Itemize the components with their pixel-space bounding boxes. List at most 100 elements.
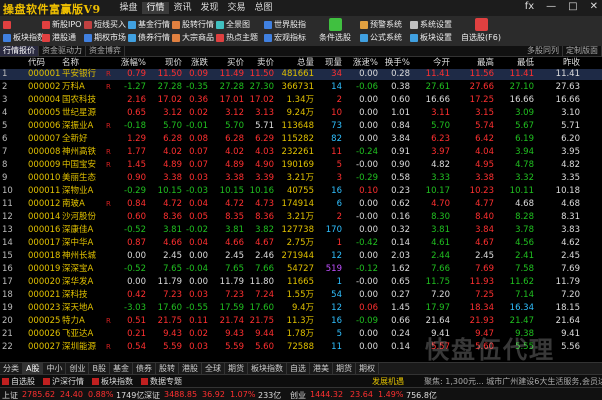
column-header[interactable]: 代码 <box>28 58 60 69</box>
menu-0[interactable]: 操盘 <box>115 2 142 14</box>
toolbar-item[interactable]: 大宗商品 <box>172 31 214 44</box>
table-row[interactable]: 6 000007 全新好 1.29 6.28 0.08 6.28 6.29 115282 82 0.… <box>0 134 602 145</box>
toolbar-item[interactable]: 债券行情 <box>128 31 170 44</box>
sheet-tab-11[interactable]: 板块指数 <box>248 363 287 374</box>
table-row[interactable]: 13 000016 深康佳A -0.52 3.81 -0.02 3.81 3.82 127738… <box>0 225 602 236</box>
sheet-tab-9[interactable]: 全球 <box>202 363 225 374</box>
table-row[interactable]: 16 000019 深深宝A -0.52 7.65 -0.04 7.65 7.66 54727 5… <box>0 264 602 275</box>
table-row[interactable]: 12 000014 沙河股份 0.60 8.36 0.05 8.35 8.36 3.21万 2 -0… <box>0 212 602 223</box>
sheet-tab-2[interactable]: 中小 <box>43 363 67 374</box>
menu-5[interactable]: 总图 <box>250 2 277 14</box>
table-row[interactable]: 11 000012 南玻A R 0.84 4.72 0.04 4.72 4.73 174914 6 0… <box>0 199 602 210</box>
table-row[interactable]: 1 000001 平安银行 R 0.79 11.50 0.09 11.49 11.50 48166… <box>0 69 602 80</box>
toolbar-item[interactable]: 宏观指标 <box>264 31 306 44</box>
toolbar-item[interactable]: 期权市场 <box>84 31 126 44</box>
toolbar-item[interactable]: 世界股指 <box>264 18 306 31</box>
toolbar-item[interactable]: 港股通 <box>42 31 81 44</box>
sheet-tab-15[interactable]: 期权 <box>356 363 379 374</box>
sheet-tab-8[interactable]: 港股 <box>179 363 202 374</box>
menu-3[interactable]: 发现 <box>196 2 223 14</box>
table-row[interactable]: 5 000006 深振业A R -0.18 5.70 -0.01 5.70 5.71 113648… <box>0 121 602 132</box>
cy-label: 创业 <box>290 391 306 400</box>
table-row[interactable]: 10 000011 深物业A -0.29 10.15 -0.03 10.15 10.16 407… <box>0 186 602 197</box>
column-header[interactable]: 今开 <box>412 58 450 69</box>
menu-4[interactable]: 交易 <box>223 2 250 14</box>
toolbar-item[interactable]: 系统设置 <box>410 18 452 31</box>
column-header[interactable]: 现价 <box>150 58 182 69</box>
news-link-2[interactable]: 板块指数 <box>92 376 133 387</box>
tab-2[interactable]: 资金博弈 <box>86 46 125 56</box>
column-header[interactable]: 总量 <box>276 58 314 69</box>
table-row[interactable]: 4 000005 世纪星源 0.65 3.12 0.02 3.12 3.13 9.24万 10 0.… <box>0 108 602 119</box>
table-row[interactable]: 8 000009 中国宝安 R 1.45 4.89 0.07 4.89 4.90 190169 5 -… <box>0 160 602 171</box>
minimize-button[interactable]: — <box>546 1 556 12</box>
toolbar-item[interactable]: 预警系统 <box>360 18 402 31</box>
sheet-tab-4[interactable]: B股 <box>89 363 110 374</box>
toolbar-group-col2: 短线买入 期权市场 <box>84 18 126 44</box>
toolbar-item[interactable]: 公式系统 <box>360 31 402 44</box>
menu-1[interactable]: 行情 <box>142 2 169 14</box>
column-header[interactable]: 买价 <box>210 58 244 69</box>
news-link-1[interactable]: 沪深行情 <box>43 376 84 387</box>
cy-index[interactable]: 1444.32 <box>310 390 343 399</box>
table-row[interactable]: 3 000004 国农科技 2.16 17.02 0.36 17.01 17.02 1.34万 2… <box>0 95 602 106</box>
toolbar-item[interactable]: 短线买入 <box>84 18 126 31</box>
sheet-tab-5[interactable]: 基金 <box>110 363 133 374</box>
column-header[interactable]: 名称 <box>62 58 110 69</box>
toolbar-item[interactable]: 热点主题 <box>216 31 258 44</box>
table-row[interactable]: 2 000002 万科A R -1.27 27.28 -0.35 27.28 27.30 3667… <box>0 82 602 93</box>
sheet-tab-1[interactable]: A股 <box>23 363 44 374</box>
sh-index[interactable]: 2785.62 <box>22 390 55 399</box>
news-ticker[interactable]: 聚焦: 1,300元... 城市广州建设6大生活服务,会员达额外 <box>424 376 602 387</box>
toolbar-item[interactable]: 新股IPO <box>42 18 81 31</box>
column-header[interactable] <box>2 58 26 69</box>
tab-0[interactable]: 行情报价 <box>0 46 39 56</box>
column-header[interactable]: 现量 <box>316 58 342 69</box>
fx-button[interactable]: fx <box>525 1 534 12</box>
sheet-tab-12[interactable]: 自选 <box>287 363 310 374</box>
sheet-tab-14[interactable]: 期货 <box>333 363 356 374</box>
table-row[interactable]: 17 000020 深华发A 0.00 11.79 0.00 11.79 11.80 11665… <box>0 277 602 288</box>
tab-right-0[interactable]: 多股同列 <box>524 46 563 56</box>
column-header[interactable]: 涨速% <box>344 58 378 69</box>
sheet-tab-7[interactable]: 股转 <box>156 363 179 374</box>
table-row[interactable]: 9 000010 美丽生态 0.90 3.38 0.03 3.38 3.39 3.21万 3 -0.… <box>0 173 602 184</box>
cell-bid: 4.66 <box>225 238 244 248</box>
table-row[interactable]: 19 000023 深天地A -3.03 17.60 -0.55 17.59 17.60 9.4… <box>0 303 602 314</box>
column-header[interactable]: 最高 <box>452 58 494 69</box>
menu-2[interactable]: 资讯 <box>169 2 196 14</box>
column-header[interactable]: 昨收 <box>536 58 580 69</box>
sheet-tab-10[interactable]: 期货 <box>225 363 248 374</box>
news-link-3[interactable]: 数据专题 <box>141 376 182 387</box>
table-row[interactable]: 20 000025 特力A R 0.51 21.75 0.11 21.74 21.75 11.3万… <box>0 316 602 327</box>
column-header[interactable]: 涨跌 <box>184 58 208 69</box>
sheet-tab-6[interactable]: 债券 <box>133 363 156 374</box>
sheet-tab-13[interactable]: 港美 <box>310 363 333 374</box>
table-row[interactable]: 18 000021 深科技 0.42 7.23 0.03 7.23 7.24 1.55万 54 0.… <box>0 290 602 301</box>
column-header[interactable]: 最低 <box>496 58 534 69</box>
toolbar-item[interactable]: 股转行情 <box>172 18 214 31</box>
tab-1[interactable]: 资金驱动力 <box>39 46 86 56</box>
tab-right-1[interactable]: 定制版面 <box>563 46 602 56</box>
toolbar-item[interactable]: 全景图 <box>216 18 258 31</box>
sheet-tab-0[interactable]: 分类 <box>0 363 23 374</box>
toolbar-item[interactable]: 基金行情 <box>128 18 170 31</box>
sz-index[interactable]: 3488.85 <box>164 390 197 399</box>
news-link-0[interactable]: 自选股 <box>2 376 35 387</box>
column-header[interactable]: 换手% <box>380 58 410 69</box>
table-row[interactable]: 7 000008 神州高铁 R 1.77 4.02 0.07 4.02 4.03 232261 11… <box>0 147 602 158</box>
maximize-button[interactable]: □ <box>568 1 577 12</box>
news-alert[interactable]: 发展机遇 <box>372 376 404 387</box>
column-header[interactable]: 卖价 <box>246 58 274 69</box>
cell-turn: 0.23 <box>391 186 410 196</box>
column-header[interactable]: 涨幅% <box>114 58 146 69</box>
toolbar-item[interactable]: 板块指数 <box>3 31 45 44</box>
toolbar-item[interactable] <box>3 18 45 31</box>
toolbar-item[interactable]: 板块设置 <box>410 31 452 44</box>
sheet-tab-3[interactable]: 创业 <box>66 363 90 374</box>
condition-pick-button[interactable]: 条件选股 <box>312 18 358 43</box>
favorites-button[interactable]: 自选股(F6) <box>458 18 504 43</box>
table-row[interactable]: 15 000018 神州长城 0.00 2.45 0.00 2.45 2.46 271944 12… <box>0 251 602 262</box>
table-row[interactable]: 14 000017 深中华A 0.87 4.66 0.04 4.66 4.67 2.75万 1 -0… <box>0 238 602 249</box>
close-button[interactable]: ✕ <box>590 1 598 12</box>
